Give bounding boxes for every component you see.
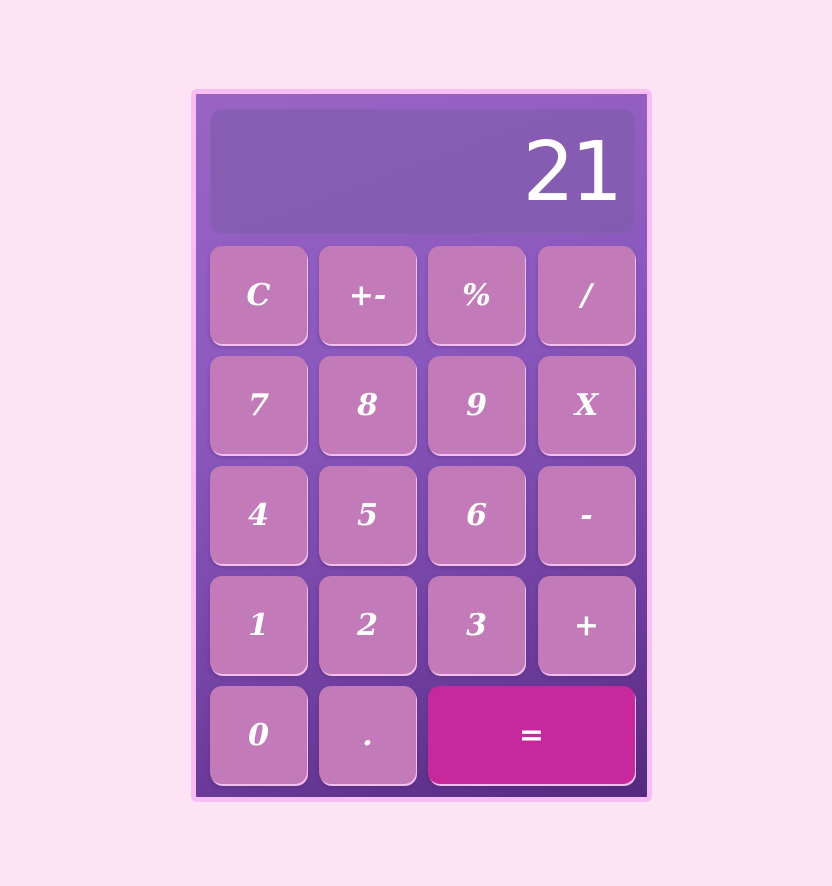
display-value: 21 [522, 125, 623, 220]
digit-0-button[interactable]: 0 [210, 686, 307, 784]
digit-6-button[interactable]: 6 [428, 466, 525, 564]
digit-7-button[interactable]: 7 [210, 356, 307, 454]
negate-button[interactable]: +- [319, 246, 416, 344]
digit-5-button[interactable]: 5 [319, 466, 416, 564]
digit-9-button[interactable]: 9 [428, 356, 525, 454]
decimal-button[interactable]: . [319, 686, 416, 784]
equals-button[interactable]: = [428, 686, 635, 784]
add-button[interactable]: + [538, 576, 635, 674]
display-screen: 21 [210, 109, 635, 234]
digit-8-button[interactable]: 8 [319, 356, 416, 454]
subtract-button[interactable]: - [538, 466, 635, 564]
divide-button[interactable]: / [538, 246, 635, 344]
digit-2-button[interactable]: 2 [319, 576, 416, 674]
percent-button[interactable]: % [428, 246, 525, 344]
calculator: 21 C +- % / 7 8 9 X 4 5 6 - 1 2 3 + 0 . … [191, 89, 652, 802]
digit-3-button[interactable]: 3 [428, 576, 525, 674]
digit-1-button[interactable]: 1 [210, 576, 307, 674]
clear-button[interactable]: C [210, 246, 307, 344]
digit-4-button[interactable]: 4 [210, 466, 307, 564]
multiply-button[interactable]: X [538, 356, 635, 454]
